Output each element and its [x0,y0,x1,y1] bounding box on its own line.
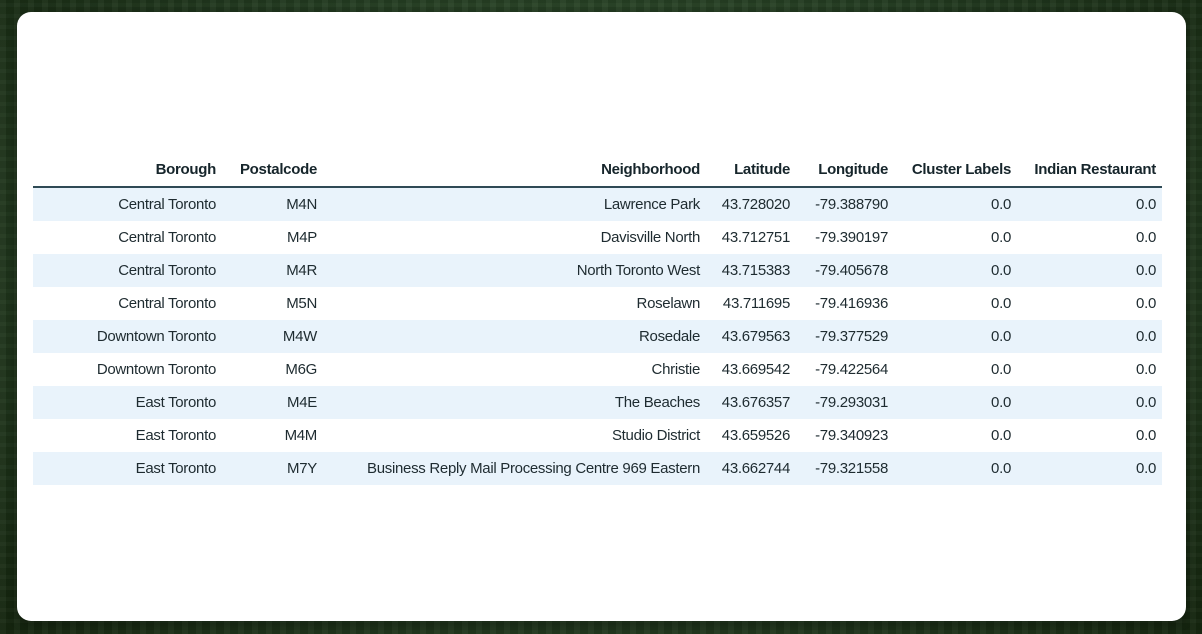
cell-postalcode: M5N [222,287,323,320]
cell-borough: Central Toronto [33,187,222,221]
cell-indian-restaurant: 0.0 [1017,221,1162,254]
cell-longitude: -79.293031 [796,386,894,419]
cell-borough: Downtown Toronto [33,353,222,386]
cell-indian-restaurant: 0.0 [1017,287,1162,320]
cell-latitude: 43.669542 [706,353,796,386]
table-row: Central Toronto M5N Roselawn 43.711695 -… [33,287,1162,320]
table-row: East Toronto M7Y Business Reply Mail Pro… [33,452,1162,485]
table-row: Downtown Toronto M6G Christie 43.669542 … [33,353,1162,386]
cell-borough: East Toronto [33,386,222,419]
cell-neighborhood: North Toronto West [323,254,706,287]
cell-neighborhood: Studio District [323,419,706,452]
column-header-cluster-labels: Cluster Labels [894,153,1017,188]
cell-indian-restaurant: 0.0 [1017,419,1162,452]
cell-indian-restaurant: 0.0 [1017,254,1162,287]
cell-postalcode: M4E [222,386,323,419]
table-row: Central Toronto M4P Davisville North 43.… [33,221,1162,254]
table-row: Downtown Toronto M4W Rosedale 43.679563 … [33,320,1162,353]
cell-latitude: 43.662744 [706,452,796,485]
cell-borough: Central Toronto [33,221,222,254]
cell-cluster-labels: 0.0 [894,386,1017,419]
cell-borough: Central Toronto [33,254,222,287]
cell-cluster-labels: 0.0 [894,187,1017,221]
table-row: East Toronto M4M Studio District 43.6595… [33,419,1162,452]
cell-neighborhood: Business Reply Mail Processing Centre 96… [323,452,706,485]
cell-cluster-labels: 0.0 [894,452,1017,485]
cell-latitude: 43.715383 [706,254,796,287]
cell-postalcode: M4W [222,320,323,353]
cell-neighborhood: The Beaches [323,386,706,419]
cell-indian-restaurant: 0.0 [1017,353,1162,386]
cell-longitude: -79.416936 [796,287,894,320]
cell-latitude: 43.659526 [706,419,796,452]
table-row: Central Toronto M4N Lawrence Park 43.728… [33,187,1162,221]
cell-cluster-labels: 0.0 [894,254,1017,287]
cell-borough: East Toronto [33,452,222,485]
cell-longitude: -79.377529 [796,320,894,353]
cell-indian-restaurant: 0.0 [1017,452,1162,485]
cell-longitude: -79.405678 [796,254,894,287]
cell-neighborhood: Rosedale [323,320,706,353]
cell-cluster-labels: 0.0 [894,320,1017,353]
cell-neighborhood: Roselawn [323,287,706,320]
table-row: Central Toronto M4R North Toronto West 4… [33,254,1162,287]
cell-postalcode: M4M [222,419,323,452]
cell-longitude: -79.321558 [796,452,894,485]
column-header-indian-restaurant: Indian Restaurant [1017,153,1162,188]
cell-postalcode: M4R [222,254,323,287]
cell-postalcode: M4P [222,221,323,254]
cell-latitude: 43.679563 [706,320,796,353]
column-header-neighborhood: Neighborhood [323,153,706,188]
data-table: Borough Postalcode Neighborhood Latitude… [33,153,1162,485]
cell-indian-restaurant: 0.0 [1017,386,1162,419]
cell-borough: East Toronto [33,419,222,452]
cell-neighborhood: Lawrence Park [323,187,706,221]
cell-latitude: 43.728020 [706,187,796,221]
cell-longitude: -79.422564 [796,353,894,386]
cell-longitude: -79.340923 [796,419,894,452]
cell-longitude: -79.388790 [796,187,894,221]
column-header-postalcode: Postalcode [222,153,323,188]
cell-postalcode: M4N [222,187,323,221]
cell-postalcode: M6G [222,353,323,386]
cell-indian-restaurant: 0.0 [1017,187,1162,221]
cell-longitude: -79.390197 [796,221,894,254]
table-row: East Toronto M4E The Beaches 43.676357 -… [33,386,1162,419]
column-header-borough: Borough [33,153,222,188]
cell-latitude: 43.676357 [706,386,796,419]
cell-cluster-labels: 0.0 [894,419,1017,452]
cell-postalcode: M7Y [222,452,323,485]
cell-borough: Central Toronto [33,287,222,320]
cell-neighborhood: Christie [323,353,706,386]
cell-cluster-labels: 0.0 [894,221,1017,254]
column-header-longitude: Longitude [796,153,894,188]
cell-latitude: 43.711695 [706,287,796,320]
column-header-latitude: Latitude [706,153,796,188]
cell-borough: Downtown Toronto [33,320,222,353]
cell-neighborhood: Davisville North [323,221,706,254]
content-card: Borough Postalcode Neighborhood Latitude… [17,12,1186,621]
cell-latitude: 43.712751 [706,221,796,254]
cell-cluster-labels: 0.0 [894,353,1017,386]
cell-cluster-labels: 0.0 [894,287,1017,320]
cell-indian-restaurant: 0.0 [1017,320,1162,353]
table-header-row: Borough Postalcode Neighborhood Latitude… [33,153,1162,188]
